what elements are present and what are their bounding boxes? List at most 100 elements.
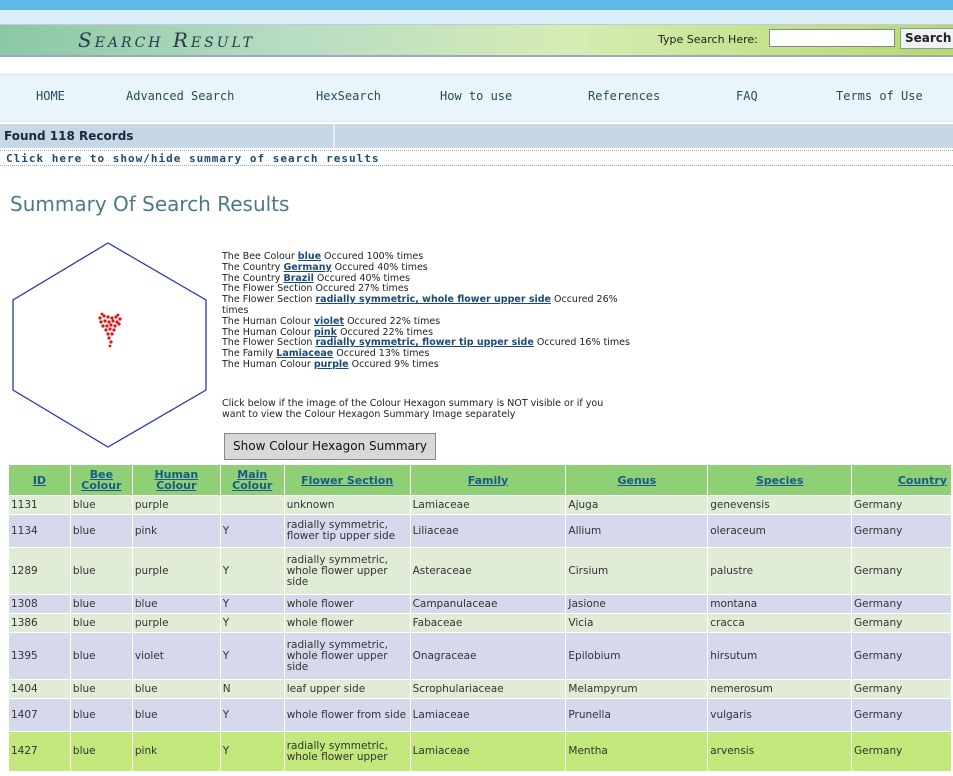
- cell-family: Lamiaceae: [409, 495, 567, 515]
- table-row[interactable]: 1427 blue pink Y radially symmetric, who…: [8, 731, 952, 772]
- cell-main-colour: [219, 495, 285, 515]
- cell-main-colour: Y: [219, 514, 285, 548]
- cell-flower-section: unknown: [283, 495, 411, 515]
- search-button[interactable]: Search: [900, 28, 953, 49]
- cell-species: arvensis: [707, 731, 853, 772]
- cell-flower-section: radially symmetric, whole flower upper s…: [283, 632, 411, 680]
- main-nav: HOME Advanced Search HexSearch How to us…: [0, 74, 953, 122]
- cell-species: cracca: [707, 613, 853, 633]
- cell-id: 1395: [8, 632, 71, 680]
- cell-human-colour: pink: [131, 514, 221, 548]
- cell-flower-section: leaf upper side: [283, 679, 411, 699]
- search-label: Type Search Here:: [658, 33, 758, 46]
- summary-link[interactable]: purple: [314, 359, 349, 370]
- nav-hexsearch[interactable]: HexSearch: [316, 89, 381, 103]
- cell-bee-colour: blue: [69, 495, 133, 515]
- cell-main-colour: Y: [219, 632, 285, 680]
- cell-country: Germany: [851, 698, 952, 732]
- cell-flower-section: whole flower: [283, 594, 411, 614]
- col-header-genus[interactable]: Genus: [565, 464, 709, 496]
- cell-family: Lamiaceae: [409, 731, 567, 772]
- cell-country: Germany: [851, 495, 952, 515]
- cell-main-colour: Y: [219, 731, 285, 772]
- cell-human-colour: purple: [131, 495, 221, 515]
- nav-how-to-use[interactable]: How to use: [440, 89, 512, 103]
- cell-flower-section: radially symmetric, whole flower upper s…: [283, 547, 411, 595]
- cell-main-colour: N: [219, 679, 285, 699]
- cell-main-colour: Y: [219, 698, 285, 732]
- cell-bee-colour: blue: [69, 632, 133, 680]
- cell-family: Asteraceae: [409, 547, 567, 595]
- show-hexagon-summary-button[interactable]: Show Colour Hexagon Summary: [224, 433, 436, 460]
- table-row[interactable]: 1407 blue blue Y whole flower from side …: [8, 698, 952, 732]
- cell-flower-section: whole flower: [283, 613, 411, 633]
- top-light-strip: [0, 10, 953, 24]
- cell-id: 1308: [8, 594, 71, 614]
- cell-bee-colour: blue: [69, 547, 133, 595]
- toggle-summary-link[interactable]: Click here to show/hide summary of searc…: [0, 150, 953, 166]
- summary-link[interactable]: Lamiaceae: [276, 348, 333, 359]
- cell-country: Germany: [851, 547, 952, 595]
- table-row[interactable]: 1308 blue blue Y whole flower Campanulac…: [8, 594, 952, 614]
- table-row[interactable]: 1395 blue violet Y radially symmetric, w…: [8, 632, 952, 680]
- summary-link[interactable]: violet: [314, 316, 344, 327]
- table-row[interactable]: 1289 blue purple Y radially symmetric, w…: [8, 547, 952, 595]
- col-header-main-colour[interactable]: Main Colour: [219, 464, 285, 496]
- cell-human-colour: violet: [131, 632, 221, 680]
- table-row[interactable]: 1134 blue pink Y radially symmetric, flo…: [8, 514, 952, 548]
- nav-faq[interactable]: FAQ: [736, 89, 758, 103]
- cell-flower-section: radially symmetric, whole flower upper: [283, 731, 411, 772]
- nav-home[interactable]: HOME: [36, 89, 65, 103]
- hexagon-note: Click below if the image of the Colour H…: [222, 398, 604, 420]
- summary-link[interactable]: radially symmetric, whole flower upper s…: [315, 294, 551, 305]
- summary-link[interactable]: blue: [298, 251, 321, 262]
- found-records-count: Found 118 Records: [4, 129, 134, 143]
- cell-country: Germany: [851, 514, 952, 548]
- cell-species: vulgaris: [707, 698, 853, 732]
- nav-advanced-search[interactable]: Advanced Search: [126, 89, 234, 103]
- found-records-bar: Found 118 Records: [0, 124, 953, 148]
- cell-country: Germany: [851, 679, 952, 699]
- cell-id: 1289: [8, 547, 71, 595]
- cell-genus: Mentha: [565, 731, 709, 772]
- col-header-human-colour[interactable]: Human Colour: [131, 464, 221, 496]
- col-header-country[interactable]: Country: [851, 464, 952, 496]
- cell-human-colour: purple: [131, 547, 221, 595]
- cell-family: Onagraceae: [409, 632, 567, 680]
- nav-references[interactable]: References: [588, 89, 660, 103]
- col-header-bee-colour[interactable]: Bee Colour: [69, 464, 133, 496]
- cell-human-colour: purple: [131, 613, 221, 633]
- search-input[interactable]: [769, 29, 895, 47]
- cell-family: Fabaceae: [409, 613, 567, 633]
- cell-main-colour: Y: [219, 613, 285, 633]
- table-row[interactable]: 1131 blue purple unknown Lamiaceae Ajuga…: [8, 495, 952, 515]
- cell-species: nemerosum: [707, 679, 853, 699]
- col-header-species[interactable]: Species: [707, 464, 853, 496]
- summary-link[interactable]: pink: [314, 327, 337, 338]
- top-accent-strip: [0, 0, 953, 10]
- page-title: Search Result: [78, 28, 256, 52]
- col-header-family[interactable]: Family: [409, 464, 567, 496]
- cell-bee-colour: blue: [69, 613, 133, 633]
- found-bar-divider: [333, 124, 335, 148]
- col-header-id[interactable]: ID: [8, 464, 71, 496]
- cell-flower-section: whole flower from side: [283, 698, 411, 732]
- hexagon-data-points: [98, 312, 122, 348]
- summary-link[interactable]: radially symmetric, flower tip upper sid…: [315, 337, 533, 348]
- col-header-flower-section[interactable]: Flower Section: [283, 464, 411, 496]
- table-row[interactable]: 1386 blue purple Y whole flower Fabaceae…: [8, 613, 952, 633]
- table-header-row: ID Bee Colour Human Colour Main Colour Flow…: [8, 464, 952, 496]
- cell-family: Campanulaceae: [409, 594, 567, 614]
- cell-human-colour: blue: [131, 698, 221, 732]
- cell-genus: Melampyrum: [565, 679, 709, 699]
- table-row[interactable]: 1404 blue blue N leaf upper side Scrophu…: [8, 679, 952, 699]
- cell-country: Germany: [851, 731, 952, 772]
- summary-link[interactable]: Brazil: [283, 273, 313, 284]
- cell-country: Germany: [851, 613, 952, 633]
- cell-id: 1134: [8, 514, 71, 548]
- nav-terms-of-use[interactable]: Terms of Use: [836, 89, 923, 103]
- cell-id: 1131: [8, 495, 71, 515]
- cell-id: 1407: [8, 698, 71, 732]
- summary-link[interactable]: Germany: [283, 262, 331, 273]
- cell-genus: Prunella: [565, 698, 709, 732]
